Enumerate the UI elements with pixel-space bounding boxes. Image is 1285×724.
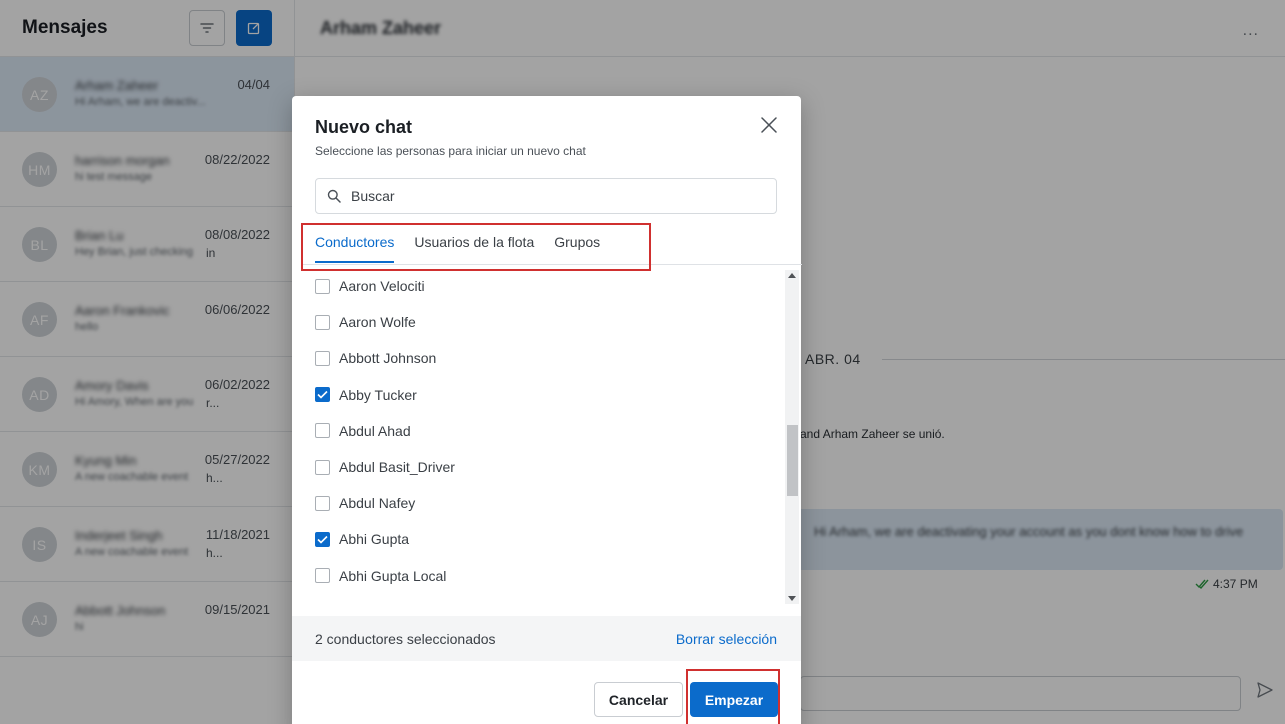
search-icon <box>327 189 341 203</box>
driver-option[interactable]: Abdul Nafey <box>315 493 415 513</box>
driver-checkbox[interactable] <box>315 568 330 584</box>
driver-option[interactable]: Abhi Gupta <box>315 529 409 549</box>
driver-checkbox[interactable] <box>315 387 330 403</box>
driver-option[interactable]: Aaron Wolfe <box>315 312 416 332</box>
search-input[interactable] <box>351 188 751 204</box>
driver-name: Abdul Basit_Driver <box>339 459 455 475</box>
driver-name: Abby Tucker <box>339 386 417 403</box>
check-icon <box>317 535 328 544</box>
driver-name: Abdul Nafey <box>339 495 416 512</box>
driver-checkbox[interactable] <box>315 531 330 547</box>
driver-checkbox[interactable] <box>315 459 330 475</box>
scroll-down-arrow-icon[interactable] <box>788 596 796 601</box>
close-icon[interactable] <box>759 115 779 135</box>
driver-checkbox[interactable] <box>315 495 330 511</box>
driver-checkbox[interactable] <box>315 423 330 439</box>
driver-name: Aaron Velociti <box>339 278 425 294</box>
driver-checkbox[interactable] <box>315 350 330 366</box>
driver-option[interactable]: Abbott Johnson <box>315 348 436 368</box>
driver-name: Aaron Wolfe <box>339 314 416 331</box>
start-highlight-box <box>686 669 780 724</box>
driver-option[interactable]: Abdul Basit_Driver <box>315 457 455 477</box>
list-scrollbar[interactable] <box>785 270 799 604</box>
driver-checkbox[interactable] <box>315 314 330 330</box>
selection-bar: 2 conductores seleccionados Borrar selec… <box>292 616 801 661</box>
driver-option[interactable]: Aaron Velociti <box>315 276 425 296</box>
cancel-button[interactable]: Cancelar <box>594 682 683 717</box>
scroll-thumb[interactable] <box>787 425 798 496</box>
tabs-highlight-box <box>301 223 651 271</box>
new-chat-dialog: Nuevo chat Seleccione las personas para … <box>292 96 802 724</box>
driver-option[interactable]: Abhi Gupta Local <box>315 566 446 586</box>
dialog-subtitle: Seleccione las personas para iniciar un … <box>315 144 586 158</box>
search-field <box>315 178 777 214</box>
driver-name: Abbott Johnson <box>339 350 437 367</box>
driver-option[interactable]: Abdul Ahad <box>315 421 411 441</box>
selection-count: 2 conductores seleccionados <box>315 630 496 647</box>
dialog-title: Nuevo chat <box>315 117 413 137</box>
clear-selection-link[interactable]: Borrar selección <box>676 631 777 647</box>
driver-checkbox[interactable] <box>315 278 330 294</box>
scroll-up-arrow-icon[interactable] <box>788 273 796 278</box>
driver-list: Aaron Velociti Aaron Wolfe Abbott Johnson A… <box>301 270 800 606</box>
driver-option[interactable]: Abby Tucker <box>315 385 417 405</box>
driver-name: Abdul Ahad <box>339 422 411 439</box>
check-icon <box>317 391 328 399</box>
driver-name: Abhi Gupta Local <box>339 567 447 584</box>
driver-name: Abhi Gupta <box>339 531 410 548</box>
